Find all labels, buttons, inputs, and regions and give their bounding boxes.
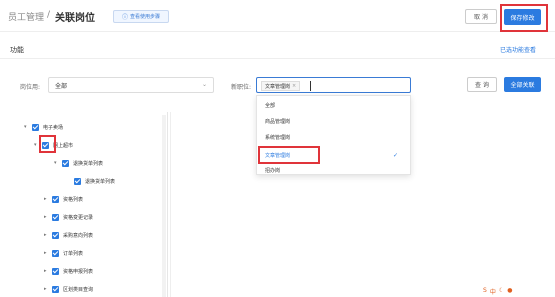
chevron-down-icon: ⌄: [201, 81, 207, 88]
tree-node[interactable]: ▸ 资格列表: [44, 193, 83, 205]
caret-right-icon[interactable]: ▸: [44, 250, 52, 256]
tree-node-label: 资格申报列表: [63, 268, 94, 275]
tree-node[interactable]: ▾ 电子卖场: [24, 121, 63, 133]
tree-node-label: 采购意向列表: [63, 232, 94, 239]
dropdown-option[interactable]: 系统管理岗: [257, 131, 412, 144]
tree-node[interactable]: ▸ 采购意向列表: [44, 229, 93, 241]
help-steps-button[interactable]: ⓘ 查看使用步骤: [113, 10, 169, 23]
view-selected-link[interactable]: 已选功能查看: [500, 45, 536, 54]
associate-all-button[interactable]: 全部关联: [504, 77, 541, 92]
tree-scrollbar[interactable]: [162, 115, 166, 297]
tree-node[interactable]: ▸ 资格申报列表: [44, 265, 93, 277]
checkbox-checked[interactable]: [52, 267, 59, 275]
checkbox-checked[interactable]: [52, 249, 59, 257]
punctuation-icon[interactable]: 中: [490, 287, 496, 296]
page-header: 员工管理 / 关联岗位 ⓘ 查看使用步骤 取 消 保存修改: [0, 0, 555, 32]
tree-node-label: 退换货单列表: [85, 178, 116, 185]
question-circle-icon: ⓘ: [121, 14, 128, 21]
moon-icon[interactable]: ☾: [499, 287, 504, 296]
caret-right-icon[interactable]: ▸: [44, 196, 52, 202]
input-method-icon[interactable]: S: [483, 287, 487, 296]
tree-checkbox-highlight: [39, 135, 56, 153]
job-dropdown-menu: 全部 商品管理岗 系统管理岗 文章管理岗 ✓ 招办岗: [256, 95, 411, 175]
caret-right-icon[interactable]: ▸: [44, 214, 52, 220]
job-select[interactable]: 文章管理岗 ×: [256, 77, 411, 93]
caret-right-icon[interactable]: ▸: [44, 286, 52, 292]
text-cursor: [310, 81, 311, 91]
tree-node[interactable]: ▸ 资格变更记录: [44, 211, 93, 223]
query-button[interactable]: 查 询: [467, 77, 497, 92]
position-filter-label: 岗位用:: [20, 84, 41, 91]
help-steps-label: 查看使用步骤: [130, 14, 161, 20]
tree-node-label: 区划类目查询: [63, 286, 94, 293]
dropdown-option[interactable]: 全部: [257, 99, 412, 112]
checkbox-checked[interactable]: [52, 195, 59, 203]
checkbox-checked[interactable]: [52, 231, 59, 239]
tree-node[interactable]: 退换货单列表: [74, 175, 115, 187]
tree-node-label: 网上超市: [53, 142, 74, 149]
checkbox-checked[interactable]: [32, 123, 39, 131]
caret-right-icon[interactable]: ▸: [44, 268, 52, 274]
page-title: 关联岗位: [55, 13, 95, 24]
checkbox-checked[interactable]: [74, 177, 81, 185]
section-title: 功能: [10, 46, 24, 54]
tree-node-label: 资格变更记录: [63, 214, 94, 221]
position-select[interactable]: 全部 ⌄: [48, 77, 214, 93]
option-highlight: [258, 146, 320, 164]
tree-node-label: 电子卖场: [43, 124, 64, 131]
mic-icon[interactable]: ●: [507, 287, 512, 296]
job-filter-label: 新职位:: [231, 84, 252, 91]
system-tray: S 中 ☾ ●: [483, 287, 512, 296]
breadcrumb-parent[interactable]: 员工管理: [8, 10, 44, 23]
caret-down-icon[interactable]: ▾: [54, 160, 62, 166]
position-select-value: 全部: [55, 82, 68, 90]
divider: [0, 58, 555, 59]
selected-job-tag: 文章管理岗 ×: [261, 81, 301, 91]
dropdown-option[interactable]: 商品管理岗: [257, 115, 412, 128]
tree-node[interactable]: ▸ 区划类目查询: [44, 283, 93, 295]
checkbox-checked[interactable]: [52, 285, 59, 293]
caret-down-icon[interactable]: ▾: [24, 124, 32, 130]
breadcrumb-separator: /: [47, 10, 51, 20]
dropdown-option[interactable]: 招办岗: [257, 164, 412, 177]
checkbox-checked[interactable]: [52, 213, 59, 221]
tree-node[interactable]: ▸ 订单列表: [44, 247, 83, 259]
caret-right-icon[interactable]: ▸: [44, 232, 52, 238]
tree-node-label: 资格列表: [63, 196, 84, 203]
save-button-highlight: [500, 4, 548, 32]
close-icon[interactable]: ×: [292, 83, 296, 89]
tree-node-label: 退换货单列表: [73, 160, 104, 167]
checkbox-checked[interactable]: [62, 159, 69, 167]
tree-node-label: 订单列表: [63, 250, 84, 257]
selected-job-tag-label: 文章管理岗: [265, 83, 291, 90]
checkmark-icon: ✓: [392, 152, 398, 159]
tree-node[interactable]: ▾ 退换货单列表: [54, 157, 103, 169]
cancel-button[interactable]: 取 消: [465, 9, 497, 24]
